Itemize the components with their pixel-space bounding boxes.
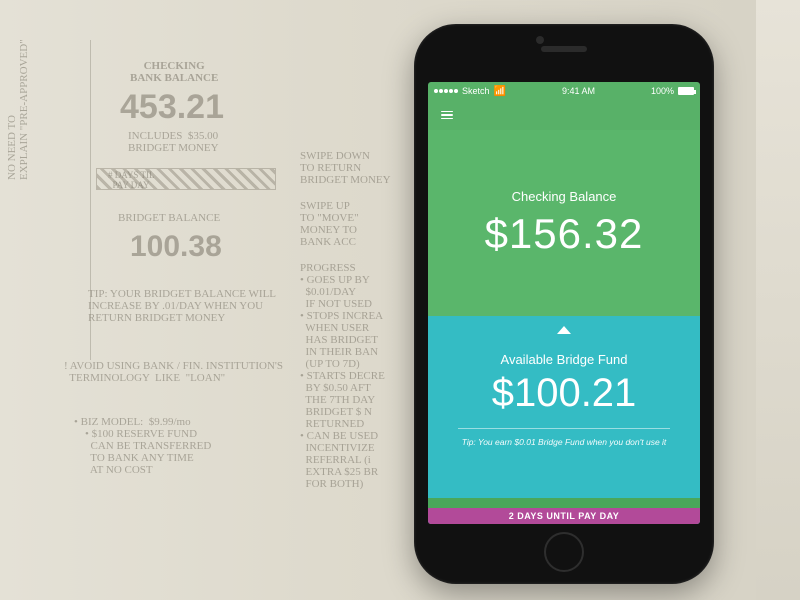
- canvas: NO NEED TO EXPLAIN "PRE-APPROVED" CHECKI…: [0, 0, 800, 600]
- status-time: 9:41 AM: [562, 86, 595, 96]
- bridge-amount: $100.21: [492, 371, 637, 416]
- sketch-tip: TIP: YOUR BRIDGET BALANCE WILL INCREASE …: [88, 288, 276, 324]
- sketch-left-note: NO NEED TO EXPLAIN "PRE-APPROVED": [6, 39, 30, 180]
- sketch-balance-453: 453.21: [120, 88, 224, 127]
- phone-frame: Sketch 📶 9:41 AM 100% Checking Balance $…: [414, 24, 714, 584]
- sketch-includes: INCLUDES $35.00 BRIDGET MONEY: [128, 130, 219, 154]
- bridge-panel[interactable]: Available Bridge Fund $100.21 Tip: You e…: [428, 316, 700, 524]
- sketch-avoid: ! AVOID USING BANK / FIN. INSTITUTION'S …: [64, 360, 283, 384]
- payday-text: 2 DAYS UNTIL PAY DAY: [509, 511, 620, 521]
- sketch-days: # DAYS TIL PAY DAY: [108, 170, 155, 190]
- battery-icon: [678, 87, 694, 95]
- sketch-title: CHECKING BANK BALANCE: [130, 60, 218, 84]
- sketch-balance-100: 100.38: [130, 230, 222, 264]
- bridge-label: Available Bridge Fund: [501, 352, 628, 367]
- checking-panel[interactable]: Checking Balance $156.32: [428, 130, 700, 316]
- sketch-swipe-down: SWIPE DOWN TO RETURN BRIDGET MONEY: [300, 150, 391, 186]
- carrier-label: Sketch: [462, 86, 490, 96]
- app-screen: Sketch 📶 9:41 AM 100% Checking Balance $…: [428, 82, 700, 524]
- battery-pct: 100%: [651, 86, 674, 96]
- progress-strip: [428, 498, 700, 508]
- sketch-biz: • BIZ MODEL: $9.99/mo • $100 RESERVE FUN…: [74, 416, 211, 476]
- menu-icon[interactable]: [436, 104, 458, 126]
- sketch-bridget-label: BRIDGET BALANCE: [118, 212, 220, 224]
- sketch-progress: PROGRESS • GOES UP BY $0.01/DAY IF NOT U…: [300, 262, 385, 490]
- divider: [458, 428, 670, 429]
- checking-amount: $156.32: [485, 210, 644, 258]
- app-bar: [428, 100, 700, 130]
- home-button[interactable]: [544, 532, 584, 572]
- chevron-up-icon[interactable]: [557, 326, 571, 334]
- checking-label: Checking Balance: [512, 189, 617, 204]
- signal-icon: [434, 89, 458, 93]
- status-bar: Sketch 📶 9:41 AM 100%: [428, 82, 700, 100]
- wifi-icon: 📶: [494, 86, 506, 97]
- payday-bar: 2 DAYS UNTIL PAY DAY: [428, 508, 700, 524]
- bridge-tip: Tip: You earn $0.01 Bridge Fund when you…: [448, 437, 681, 447]
- sketch-swipe-up: SWIPE UP TO "MOVE" MONEY TO BANK ACC: [300, 200, 359, 248]
